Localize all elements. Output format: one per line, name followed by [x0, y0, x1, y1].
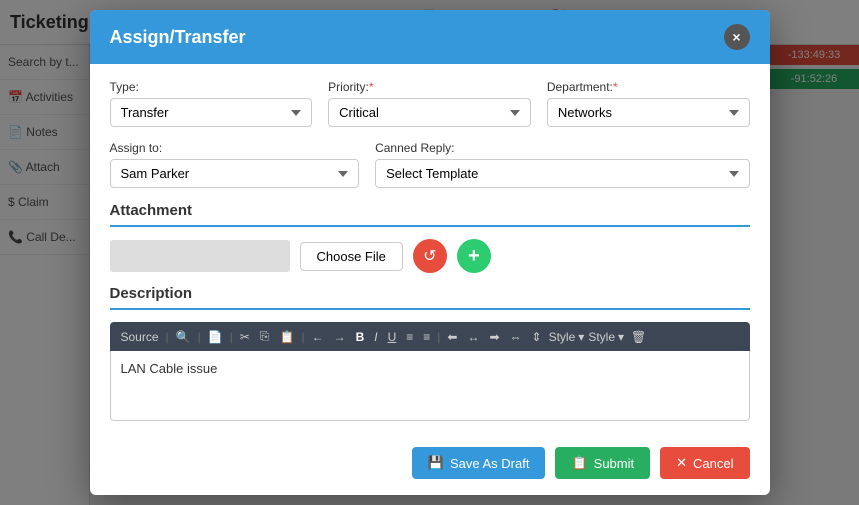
reset-icon: ↺	[423, 246, 436, 266]
department-select[interactable]: Networks Support Sales	[547, 98, 750, 127]
department-label: Department:*	[547, 80, 750, 94]
sep2: |	[198, 330, 201, 344]
file-input-area	[110, 240, 290, 272]
cancel-icon: ✕	[676, 455, 687, 471]
submit-button[interactable]: 📋 Submit	[555, 447, 650, 479]
dialog-body: Type: Transfer Assign Priority:* Critica…	[90, 64, 770, 437]
add-icon: +	[468, 245, 480, 268]
save-icon: 💾	[428, 455, 444, 471]
align-full-btn[interactable]: ⇕	[529, 329, 545, 345]
redo-btn[interactable]: →	[331, 329, 349, 345]
type-group: Type: Transfer Assign	[110, 80, 313, 127]
align-center-btn[interactable]: ↔	[464, 329, 482, 345]
submit-icon: 📋	[571, 455, 587, 471]
choose-file-button[interactable]: Choose File	[300, 242, 403, 271]
bold-btn[interactable]: B	[353, 329, 368, 345]
paste-btn[interactable]: 📋	[276, 329, 297, 345]
save-draft-button[interactable]: 💾 Save As Draft	[412, 447, 546, 479]
cancel-button[interactable]: ✕ Cancel	[660, 447, 749, 479]
italic-btn[interactable]: I	[371, 329, 380, 345]
description-title: Description	[110, 285, 750, 302]
reset-button[interactable]: ↺	[413, 239, 447, 273]
editor-toolbar: Source | 🔍 | 📄 | ✂ ⎘ 📋 | ← → B I U ≡ ≡ |…	[110, 322, 750, 351]
attachment-row: Choose File ↺ +	[110, 239, 750, 273]
dialog-header: Assign/Transfer ×	[90, 10, 770, 64]
type-label: Type:	[110, 80, 313, 94]
submit-label: Submit	[594, 456, 634, 471]
ul-btn[interactable]: ≡	[420, 329, 433, 345]
cut-btn[interactable]: ✂	[237, 329, 253, 345]
source-btn[interactable]: Source	[118, 329, 162, 345]
modal-overlay: Assign/Transfer × Type: Transfer Assign …	[0, 0, 859, 505]
underline-btn[interactable]: U	[385, 329, 400, 345]
editor-content[interactable]: LAN Cable issue	[110, 351, 750, 421]
delete-btn[interactable]: 🗑	[628, 329, 649, 345]
dept-required: *	[613, 80, 618, 94]
align-right-btn[interactable]: ➡	[486, 329, 502, 345]
assign-to-label: Assign to:	[110, 141, 360, 155]
priority-required: *	[369, 80, 374, 94]
assign-to-select[interactable]: Sam Parker John Doe	[110, 159, 360, 188]
style-label: Style	[549, 330, 576, 344]
font-dropdown[interactable]: Style ▾	[588, 330, 624, 344]
dialog-footer: 💾 Save As Draft 📋 Submit ✕ Cancel	[90, 437, 770, 495]
dialog-close-button[interactable]: ×	[724, 24, 750, 50]
description-divider	[110, 308, 750, 310]
ol-btn[interactable]: ≡	[403, 329, 416, 345]
align-justify-btn[interactable]: ⇔	[507, 329, 525, 345]
sep4: |	[301, 330, 304, 344]
form-row-2: Assign to: Sam Parker John Doe Canned Re…	[110, 141, 750, 188]
style-chevron-icon: ▾	[578, 330, 584, 344]
style-dropdown[interactable]: Style ▾	[549, 330, 585, 344]
attachment-divider	[110, 225, 750, 227]
canned-reply-select[interactable]: Select Template	[375, 159, 749, 188]
assign-to-group: Assign to: Sam Parker John Doe	[110, 141, 360, 188]
save-draft-label: Save As Draft	[450, 456, 529, 471]
undo-btn[interactable]: ←	[309, 329, 327, 345]
priority-label: Priority:*	[328, 80, 531, 94]
copy-btn[interactable]: ⎘	[257, 328, 273, 345]
department-group: Department:* Networks Support Sales	[547, 80, 750, 127]
assign-transfer-dialog: Assign/Transfer × Type: Transfer Assign …	[90, 10, 770, 495]
search-btn[interactable]: 🔍	[173, 329, 194, 345]
add-button[interactable]: +	[457, 239, 491, 273]
canned-reply-group: Canned Reply: Select Template	[375, 141, 749, 188]
cancel-label: Cancel	[693, 456, 733, 471]
font-label: Style	[588, 330, 615, 344]
priority-group: Priority:* Critical High Medium Low	[328, 80, 531, 127]
doc-btn[interactable]: 📄	[205, 329, 226, 345]
align-left-btn[interactable]: ⬅	[444, 329, 460, 345]
sep1: |	[166, 330, 169, 344]
sep5: |	[437, 330, 440, 344]
canned-reply-label: Canned Reply:	[375, 141, 749, 155]
form-row-1: Type: Transfer Assign Priority:* Critica…	[110, 80, 750, 127]
attachment-title: Attachment	[110, 202, 750, 219]
priority-select[interactable]: Critical High Medium Low	[328, 98, 531, 127]
dialog-title: Assign/Transfer	[110, 27, 246, 48]
editor-text: LAN Cable issue	[121, 361, 218, 376]
sep3: |	[230, 330, 233, 344]
type-select[interactable]: Transfer Assign	[110, 98, 313, 127]
font-chevron-icon: ▾	[618, 330, 624, 344]
